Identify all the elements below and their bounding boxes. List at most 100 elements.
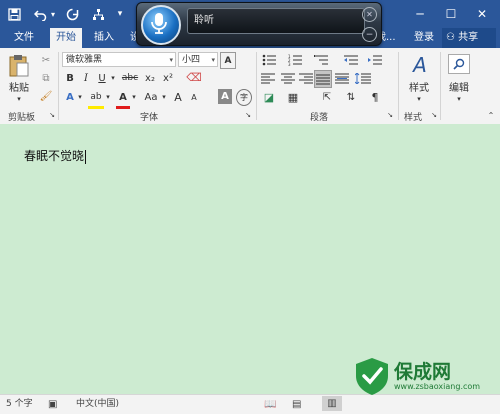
restore-button[interactable]: ☐ [436, 0, 466, 28]
text-effects-icon[interactable]: A [63, 89, 77, 105]
microphone-button[interactable] [141, 5, 181, 45]
character-shading-icon[interactable]: A [218, 89, 232, 104]
line-spacing-icon[interactable] [354, 71, 372, 85]
language-indicator[interactable]: 中文(中国) [76, 397, 119, 412]
login-link[interactable]: 登录 [408, 28, 440, 48]
font-launcher-icon[interactable]: ↘ [244, 110, 252, 120]
speech-minimize-icon[interactable]: − [362, 27, 377, 42]
divider [58, 52, 59, 120]
paragraph-group-label: 段落 [310, 113, 329, 123]
styles-icon[interactable]: A [406, 52, 434, 78]
bold-button[interactable]: B [64, 71, 76, 85]
styles-launcher-icon[interactable]: ↘ [430, 110, 438, 120]
document-text[interactable]: 春眠不觉晓 [24, 147, 87, 164]
distributed-icon[interactable] [334, 71, 350, 85]
search-icon[interactable] [448, 54, 470, 74]
shield-logo-icon [356, 358, 388, 395]
svg-text:3: 3 [288, 62, 291, 66]
document-paragraph: 春眠不觉晓 [24, 149, 85, 163]
show-marks-icon[interactable]: ¶ [366, 89, 384, 105]
site-watermark: 保成网 www.zsbaoxiang.com [352, 356, 498, 396]
paste-icon[interactable] [6, 54, 32, 78]
undo-icon[interactable] [30, 4, 50, 24]
paste-button[interactable]: 粘贴 [4, 80, 34, 94]
chevron-down-icon[interactable]: ▾ [414, 94, 424, 104]
bullets-icon[interactable] [260, 52, 278, 67]
tab-home[interactable]: 开始 [50, 28, 82, 48]
document-canvas[interactable]: 春眠不觉晓 [0, 124, 500, 394]
collapse-ribbon-icon[interactable]: ⌃ [486, 110, 496, 120]
font-size-select[interactable]: 小四 ▾ [178, 52, 218, 67]
undo-dropdown-icon[interactable]: ▾ [48, 4, 58, 24]
enclose-character-icon[interactable]: 字 [236, 89, 252, 106]
share-button[interactable]: ⚇ 共享 [442, 28, 496, 48]
font-size-value: 小四 [182, 55, 201, 65]
decrease-indent-icon[interactable] [342, 52, 360, 67]
read-mode-icon[interactable]: 📖 [264, 397, 276, 412]
redo-icon[interactable] [62, 4, 82, 24]
underline-dropdown-icon[interactable]: ▾ [109, 71, 117, 85]
org-chart-icon[interactable] [88, 4, 108, 24]
cut-icon[interactable]: ✂ [38, 52, 54, 68]
text-cursor [85, 149, 87, 164]
paragraph-launcher-icon[interactable]: ↘ [386, 110, 394, 120]
customize-toolbar-icon[interactable]: ▾ [110, 4, 130, 24]
highlight-color-icon[interactable]: ab [88, 88, 104, 109]
microphone-icon [151, 13, 167, 34]
status-bar: 5 个字 ▣ 中文(中国) 📖 ▤ ▥ [0, 394, 500, 414]
tab-file[interactable]: 文件 [8, 28, 40, 48]
chevron-down-icon[interactable]: ▾ [130, 89, 138, 105]
font-name-select[interactable]: 微软雅黑 ▾ [62, 52, 176, 67]
change-case-box-icon[interactable]: A [220, 52, 236, 69]
format-painter-icon[interactable]: 🖌 [38, 88, 54, 104]
proofing-icon[interactable]: ▣ [48, 397, 57, 412]
copy-icon[interactable]: ⧉ [38, 70, 54, 86]
divider [440, 52, 441, 120]
font-name-value: 微软雅黑 [66, 55, 103, 65]
styles-group-label: 样式 [404, 113, 423, 123]
user-icon: ⚇ [446, 32, 455, 43]
change-case-icon[interactable]: Aa [142, 89, 160, 105]
clipboard-group-label: 剪贴板 [8, 113, 36, 123]
clipboard-launcher-icon[interactable]: ↘ [48, 110, 56, 120]
speech-close-icon[interactable]: ✕ [362, 7, 377, 22]
word-count[interactable]: 5 个字 [6, 397, 33, 412]
multilevel-list-icon[interactable] [312, 52, 330, 67]
justify-icon[interactable] [314, 70, 332, 88]
ribbon-home: 粘贴 ▾ ✂ ⧉ 🖌 剪贴板 ↘ 微软雅黑 ▾ 小四 ▾ A B I U ▾ a… [0, 48, 500, 125]
paste-dropdown-icon[interactable]: ▾ [12, 94, 26, 104]
chinese-layout-icon[interactable]: ⇱ [318, 89, 336, 105]
chevron-down-icon[interactable]: ▾ [76, 89, 84, 105]
tab-insert[interactable]: 插入 [88, 28, 120, 48]
sort-icon[interactable]: ⇅ [342, 89, 360, 105]
clear-formatting-icon[interactable]: ⌫ [184, 69, 204, 85]
speech-recognition-widget: 聆听 ✕ − [136, 2, 382, 46]
align-center-icon[interactable] [280, 71, 296, 85]
italic-button[interactable]: I [80, 71, 92, 85]
editing-button[interactable]: 编辑 [444, 80, 474, 94]
subscript-button[interactable]: x₂ [142, 71, 158, 85]
strikethrough-button[interactable]: abc [120, 71, 140, 85]
styles-button[interactable]: 样式 [404, 80, 434, 94]
print-layout-icon[interactable]: ▤ [292, 397, 301, 412]
minimize-button[interactable]: ─ [405, 0, 435, 28]
underline-button[interactable]: U [96, 71, 108, 85]
shrink-font-icon[interactable]: A [188, 89, 200, 105]
superscript-button[interactable]: x² [160, 71, 176, 85]
chevron-down-icon[interactable]: ▾ [454, 94, 464, 104]
save-icon[interactable] [4, 4, 24, 24]
align-right-icon[interactable] [298, 71, 314, 85]
numbering-icon[interactable]: 123 [286, 52, 304, 67]
font-group-label: 字体 [140, 113, 159, 123]
chevron-down-icon[interactable]: ▾ [160, 89, 168, 105]
chevron-down-icon: ▾ [211, 56, 215, 64]
web-layout-icon[interactable]: ▥ [322, 396, 342, 411]
borders-icon[interactable]: ▦ [284, 89, 302, 105]
shading-icon[interactable]: ◪ [260, 89, 278, 105]
chevron-down-icon[interactable]: ▾ [104, 89, 112, 105]
increase-indent-icon[interactable] [366, 52, 384, 67]
close-button[interactable]: ✕ [467, 0, 497, 28]
align-left-icon[interactable] [260, 71, 276, 85]
font-color-icon[interactable]: A [116, 88, 130, 109]
grow-font-icon[interactable]: A [172, 89, 184, 105]
